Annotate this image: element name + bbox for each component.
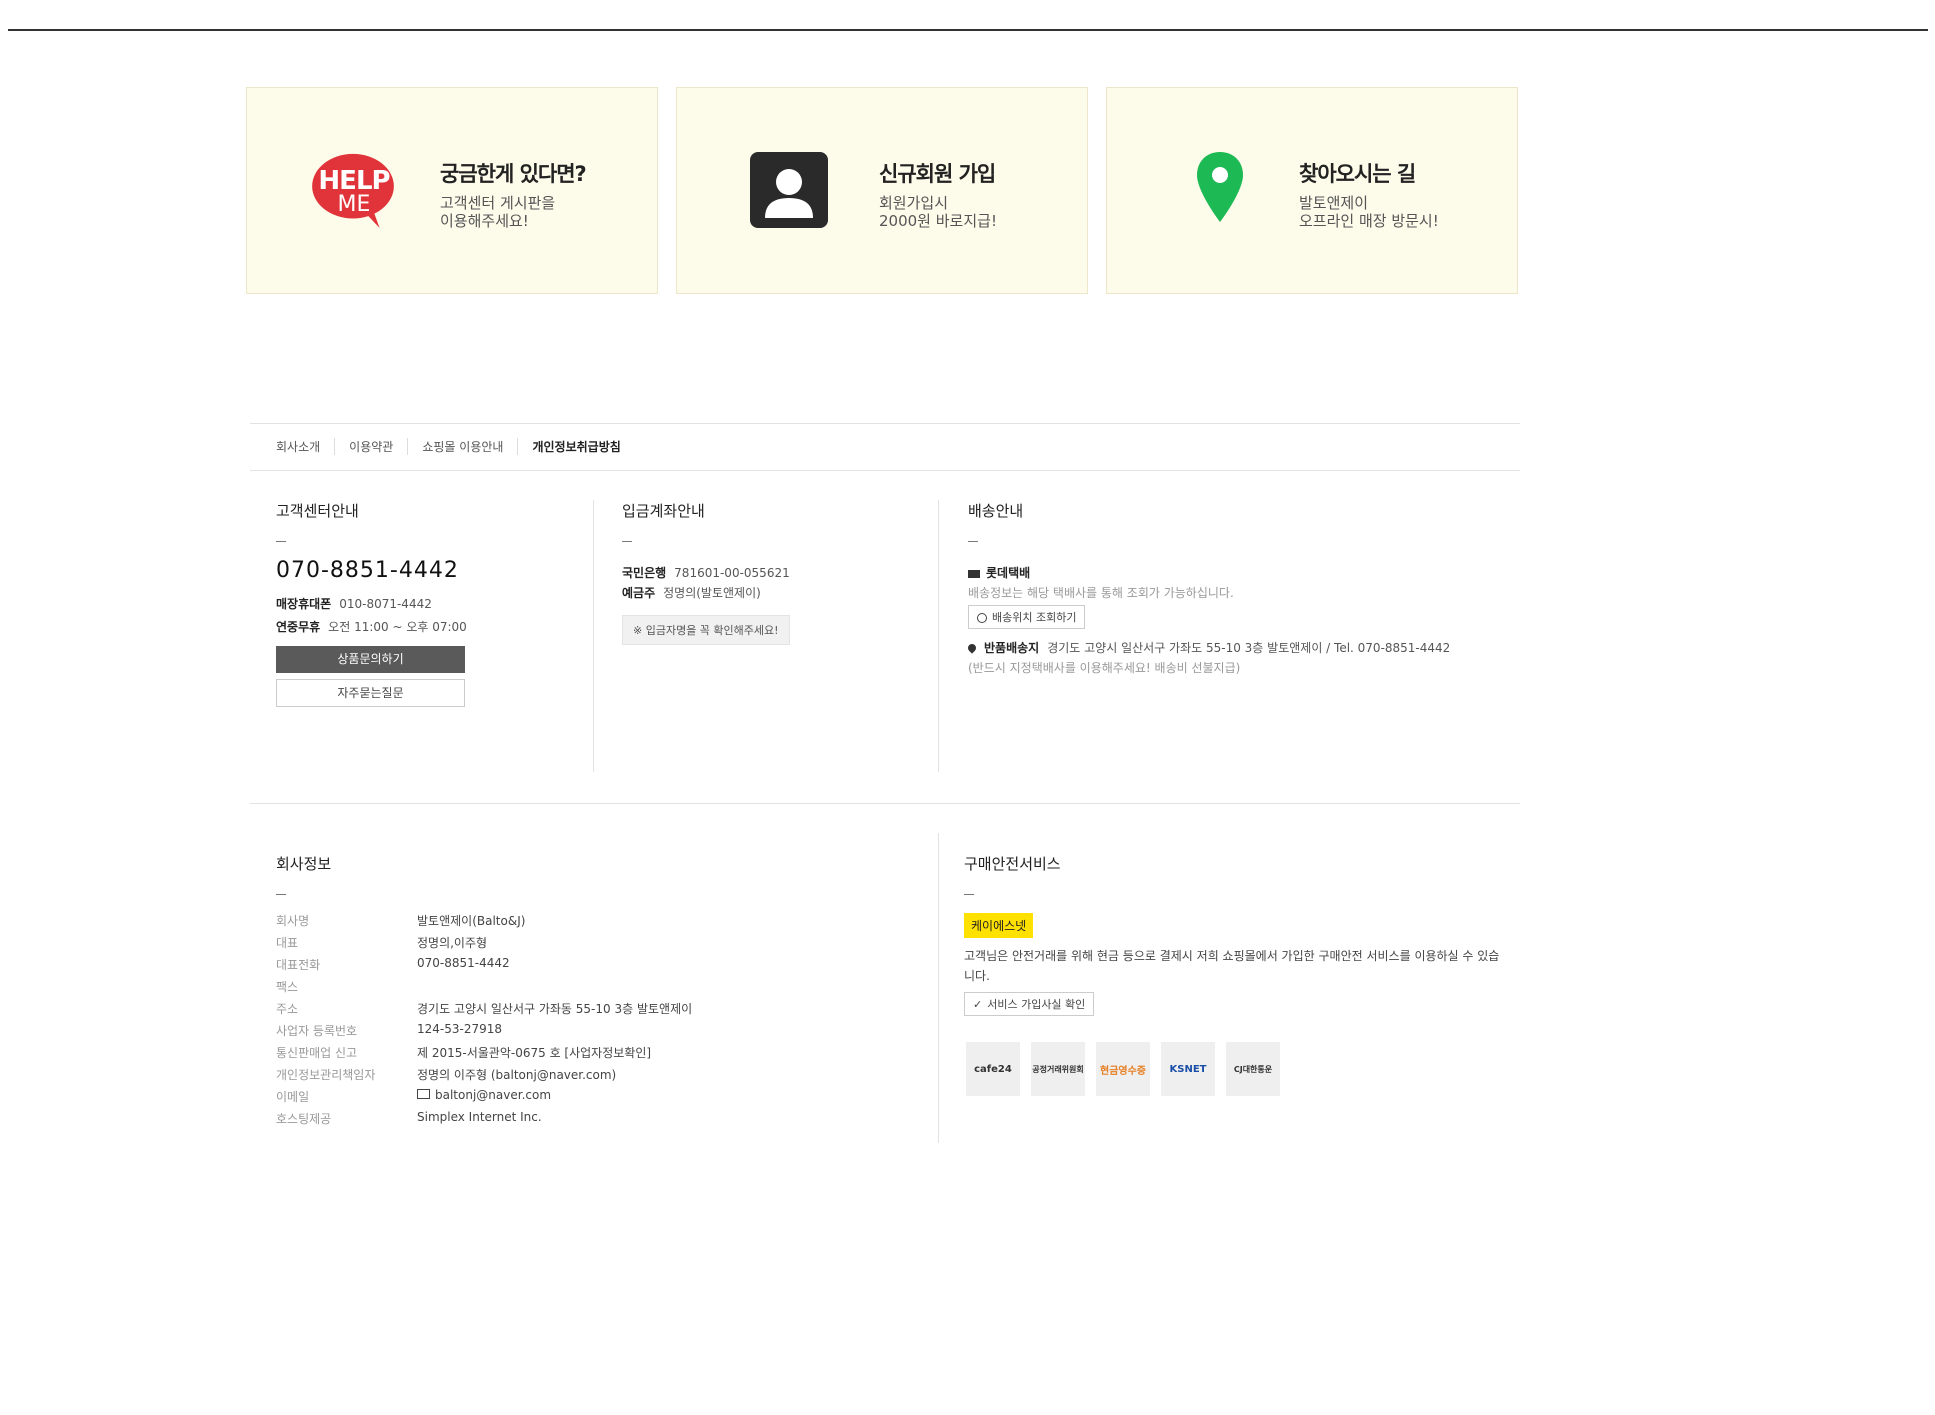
footer-link-guide[interactable]: 쇼핑몰 이용안내 <box>407 438 517 455</box>
cafe24-logo[interactable]: cafe24 <box>966 1042 1020 1096</box>
user-card-icon <box>749 148 839 234</box>
return-note: (반드시 지정택배사를 이용해주세요! 배송비 선불지급) <box>968 661 1241 675</box>
ftc-logo[interactable]: 공정거래위원회 <box>1031 1042 1085 1096</box>
promo-title: 궁금한게 있다면? <box>440 162 587 186</box>
cs-phone: 070-8851-4442 <box>276 558 459 583</box>
business-number: 124-53-27918 <box>417 1022 503 1036</box>
section-title: 배송안내 <box>968 502 1024 520</box>
bank-account: 781601-00-055621 <box>674 566 790 580</box>
footer-nav: 회사소개 이용약관 쇼핑몰 이용안내 개인정보취급방침 <box>276 438 635 455</box>
track-delivery-button[interactable]: 배송위치 조회하기 <box>968 605 1086 629</box>
inquiry-button[interactable]: 상품문의하기 <box>276 646 465 673</box>
section-divider <box>250 803 1520 804</box>
cj-logo[interactable]: CJ대한통운 <box>1226 1042 1280 1096</box>
search-icon <box>977 613 987 623</box>
company-address: 경기도 고양시 일산서구 가좌동 55-10 3층 발토앤제이 <box>417 1002 693 1016</box>
cash-receipt-logo[interactable]: 현금영수증 <box>1096 1042 1150 1096</box>
cs-section: 고객센터안내 070-8851-4442 매장휴대폰 010-8071-4442 … <box>276 500 467 707</box>
company-phone: 070-8851-4442 <box>417 956 510 970</box>
company-email[interactable]: baltonj@naver.com <box>417 1088 551 1105</box>
safety-description: 고객님은 안전거래를 위해 현금 등으로 결제시 저희 쇼핑몰에서 가입한 구매… <box>964 949 1500 983</box>
ceo-name: 정명의,이주형 <box>417 936 488 950</box>
section-title: 회사정보 <box>276 855 332 873</box>
help-me-bubble-icon: HELP ME <box>309 148 399 234</box>
deposit-notice: ※ 입금자명을 꼭 확인해주세요! <box>622 615 790 645</box>
faq-button[interactable]: 자주묻는질문 <box>276 679 465 707</box>
partner-logos: cafe24 공정거래위원회 현금영수증 KSNET CJ대한통운 <box>966 1042 1280 1096</box>
ksnet-logo[interactable]: KSNET <box>1161 1042 1215 1096</box>
courier-note: 배송정보는 해당 택배사를 통해 조회가 가능하십니다. <box>968 586 1234 600</box>
ksnet-badge: 케이에스넷 <box>964 913 1034 938</box>
safety-section: 구매안전서비스 케이에스넷 고객님은 안전거래를 위해 현금 등으로 결제시 저… <box>964 853 1504 1016</box>
check-icon: ✓ <box>973 998 983 1011</box>
map-pin-icon <box>1195 148 1285 234</box>
column-divider <box>593 500 594 772</box>
privacy-officer: 정명의 이주형 (baltonj@naver.com) <box>417 1068 617 1082</box>
section-title: 고객센터안내 <box>276 502 359 520</box>
shipping-section: 배송안내 롯데택배 배송정보는 해당 택배사를 통해 조회가 가능하십니다. 배… <box>966 502 1451 675</box>
cs-hours: 오전 11:00 ~ 오후 07:00 <box>328 620 467 634</box>
mail-icon <box>417 1089 430 1099</box>
top-divider <box>8 29 1928 31</box>
footer-link-terms[interactable]: 이용약관 <box>334 438 407 455</box>
nav-top-line <box>250 423 1520 424</box>
company-name: 발토앤제이(Balto&J) <box>417 914 526 928</box>
location-pin-icon <box>966 642 978 654</box>
bank-holder: 정명의(발토앤제이) <box>663 586 761 600</box>
footer-link-privacy[interactable]: 개인정보취급방침 <box>517 438 634 455</box>
hosting: Simplex Internet Inc. <box>417 1110 542 1124</box>
cs-mobile: 010-8071-4442 <box>339 597 432 611</box>
column-divider <box>938 500 939 772</box>
section-title: 구매안전서비스 <box>964 855 1061 873</box>
promo-card-directions[interactable]: 찾아오시는 길 발토앤제이 오프라인 매장 방문시! <box>1106 87 1518 294</box>
promo-card-help[interactable]: HELP ME 궁금한게 있다면? 고객센터 게시판을 이용해주세요! <box>246 87 658 294</box>
bank-section: 입금계좌안내 국민은행 781601-00-055621 예금주 정명의(발토앤제이… <box>622 500 790 645</box>
column-divider <box>938 833 939 1143</box>
escrow-check-button[interactable]: ✓ 서비스 가입사실 확인 <box>964 992 1095 1016</box>
ecommerce-reg[interactable]: 제 2015-서울관악-0675 호 [사업자정보확인] <box>417 1044 651 1061</box>
company-section: 회사정보 회사명 발토앤제이(Balto&J) 대표 정명의,이주형 대표전화 070… <box>276 855 693 1126</box>
nav-bottom-line <box>250 470 1520 471</box>
section-title: 입금계좌안내 <box>622 502 705 520</box>
promo-title: 신규회원 가입 <box>879 162 996 186</box>
truck-icon <box>968 569 980 578</box>
return-address: 경기도 고양시 일산서구 가좌도 55-10 3층 발토앤제이 / Tel. 0… <box>1047 641 1451 655</box>
promo-title: 찾아오시는 길 <box>1299 162 1416 186</box>
promo-card-signup[interactable]: 신규회원 가입 회원가입시 2000원 바로지급! <box>676 87 1088 294</box>
footer-link-about[interactable]: 회사소개 <box>276 438 334 455</box>
